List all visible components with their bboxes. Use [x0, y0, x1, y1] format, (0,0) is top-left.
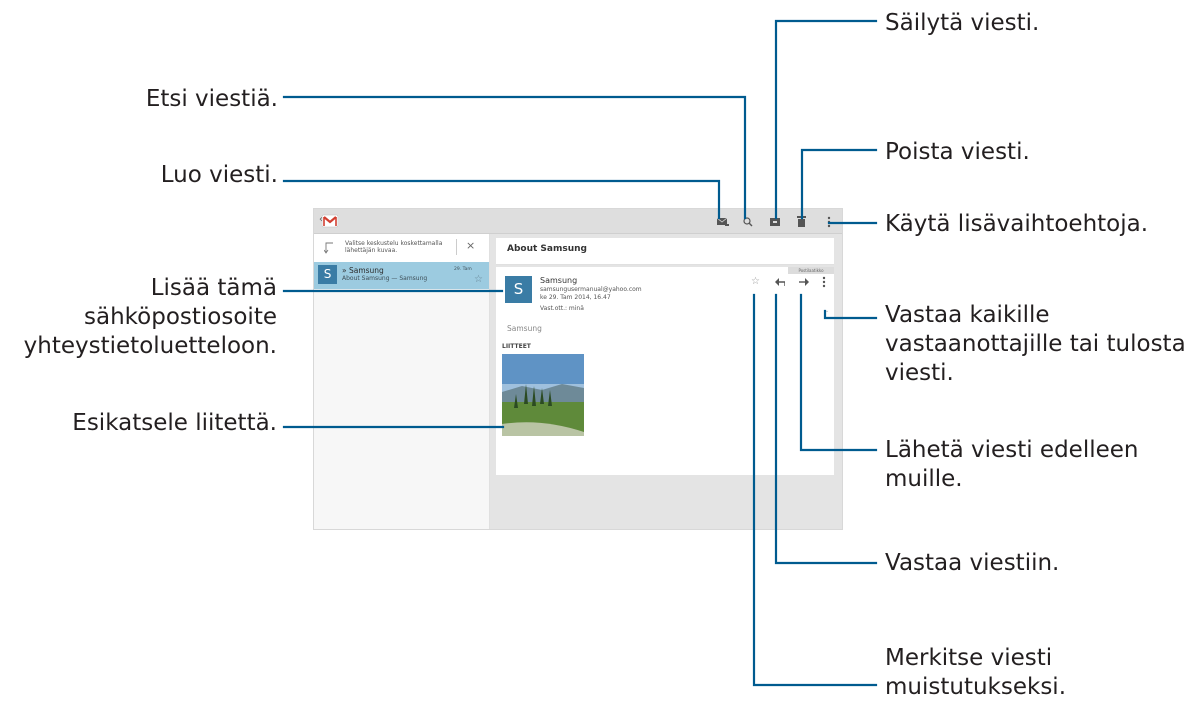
callout-forward-message: Lähetä viesti edelleen muille.	[885, 436, 1138, 494]
hint-text-line-2: lähettäjän kuvaa.	[345, 247, 398, 254]
list-sender: » Samsung	[342, 266, 384, 275]
list-subject: About Samsung — Samsung	[342, 275, 428, 282]
callout-forward-line-1: Lähetä viesti edelleen	[885, 437, 1139, 463]
action-bar: ‹	[314, 209, 842, 234]
search-icon[interactable]	[743, 217, 753, 227]
callout-more-options: Käytä lisävaihtoehtoja.	[885, 211, 1149, 237]
star-icon[interactable]: ☆	[751, 276, 760, 287]
subject-title: About Samsung	[507, 244, 587, 254]
hint-arrow-icon	[324, 242, 333, 254]
close-icon[interactable]: ×	[466, 239, 475, 252]
callout-star-reminder: Merkitse viesti muistutukseksi.	[885, 644, 1066, 702]
trash-icon[interactable]	[797, 216, 806, 227]
sender-name: Samsung	[540, 276, 578, 285]
line-keep	[774, 19, 878, 220]
reply-icon[interactable]	[775, 278, 785, 286]
callout-star-line-1: Merkitse viesti	[885, 645, 1053, 671]
message-datetime: ke 29. Tam 2014, 16.47	[540, 294, 611, 301]
callout-add-contact-line-2: sähköpostiosoite	[84, 304, 277, 330]
message-card: S Samsung samsungusermanual@yahoo.com ke…	[496, 267, 834, 475]
callout-reply-message: Vastaa viestiin.	[885, 550, 1060, 576]
callout-reply-all-line-2: vastaanottajille tai tulosta	[885, 331, 1186, 357]
archive-icon[interactable]	[770, 216, 780, 227]
list-avatar[interactable]: S	[318, 265, 337, 284]
sender-email: samsungusermanual@yahoo.com	[540, 286, 642, 293]
line-search	[282, 95, 747, 220]
message-overflow-menu-icon[interactable]	[822, 276, 826, 288]
callout-reply-all-line-3: viesti.	[885, 360, 954, 386]
hint-text-line-1: Valitse keskustelu koskettamalla	[345, 240, 443, 247]
callout-add-contact-line-3: yhteystietoluetteloon.	[23, 333, 277, 359]
hint-divider	[456, 239, 457, 255]
message-pane: About Samsung S Samsung samsungusermanua…	[490, 234, 842, 529]
expand-chevron-icon[interactable]: ⌄	[825, 308, 829, 314]
list-sender-name: Samsung	[348, 266, 384, 275]
subject-bar: About Samsung	[496, 238, 834, 265]
list-item[interactable]: S » Samsung About Samsung — Samsung 29. …	[314, 262, 489, 289]
email-app-screenshot: ‹ Valitse keskustelu koskettamalla lähet…	[313, 208, 843, 530]
callout-add-contact-line-1: Lisää tämä	[150, 275, 277, 301]
callout-forward-line-2: muille.	[885, 466, 963, 492]
list-date: 29. Tam	[454, 267, 472, 272]
list-star-icon[interactable]: ☆	[474, 274, 483, 285]
callout-add-contact: Lisää tämä sähköpostiosoite yhteystietol…	[0, 274, 277, 361]
sender-avatar[interactable]: S	[505, 276, 532, 303]
callout-reply-all-print: Vastaa kaikille vastaanottajille tai tul…	[885, 301, 1186, 388]
message-recipients: Vast.ott.: minä	[540, 305, 584, 312]
callout-search-message: Etsi viestiä.	[145, 86, 278, 112]
callout-delete-message: Poista viesti.	[885, 139, 1030, 165]
selection-hint: Valitse keskustelu koskettamalla lähettä…	[314, 234, 489, 263]
callout-preview-attachment: Esikatsele liitettä.	[72, 410, 277, 436]
compose-icon[interactable]	[717, 217, 729, 227]
callout-star-line-2: muistutukseksi.	[885, 674, 1067, 700]
message-body: Samsung	[507, 324, 542, 333]
attachments-label: LIITTEET	[502, 343, 531, 350]
attachment-thumbnail[interactable]	[502, 354, 584, 436]
conversation-list: Valitse keskustelu koskettamalla lähettä…	[314, 234, 490, 529]
forward-icon[interactable]	[799, 278, 809, 286]
folder-label-chip[interactable]: Postilaatikko	[788, 267, 834, 274]
overflow-menu-icon[interactable]	[827, 216, 831, 228]
callout-reply-all-line-1: Vastaa kaikille	[885, 302, 1050, 328]
callout-keep-message: Säilytä viesti.	[885, 10, 1040, 36]
callout-compose-message: Luo viesti.	[160, 162, 278, 188]
gmail-logo-icon[interactable]	[322, 213, 338, 229]
